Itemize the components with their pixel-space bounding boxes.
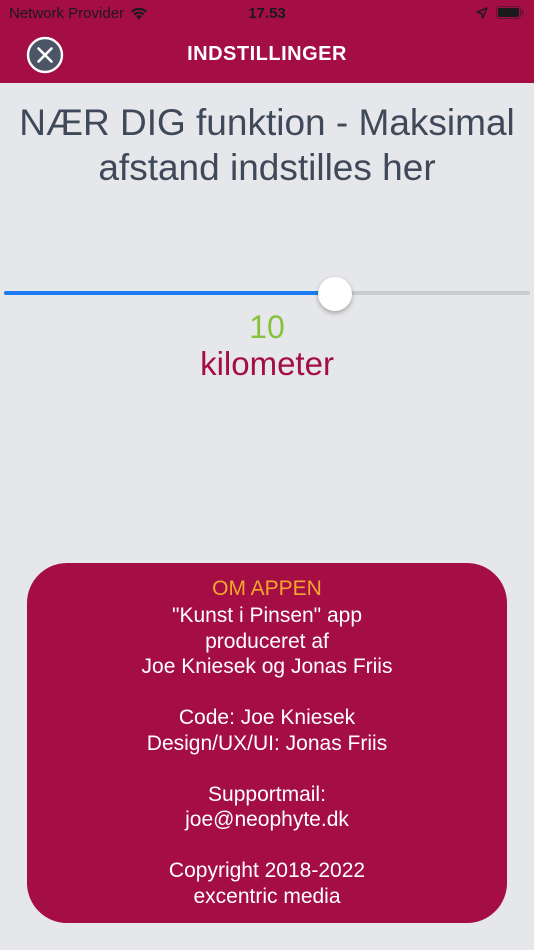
about-text: "Kunst i Pinsen" app produceret af Joe K… — [27, 603, 507, 909]
battery-icon — [496, 6, 524, 19]
about-line: Copyright 2018-2022 — [168, 859, 366, 882]
about-line: Joe Kniesek og Jonas Friis — [141, 655, 393, 678]
about-title: OM APPEN — [212, 577, 322, 600]
distance-unit: kilometer — [200, 345, 334, 382]
about-line: "Kunst i Pinsen" app — [171, 604, 363, 627]
status-time: 17.53 — [248, 5, 286, 22]
settings-heading: NÆR DIG funktion - Maksimal afstand inds… — [19, 102, 515, 188]
status-bar: Network Provider 17.53 — [0, 0, 534, 28]
about-line: Design/UX/UI: Jonas Friis — [146, 731, 388, 755]
about-line: produceret af — [205, 629, 329, 653]
distance-slider[interactable] — [4, 277, 530, 311]
nav-bar: INDSTILLINGER — [0, 28, 534, 83]
status-icons — [476, 6, 524, 19]
page-title: INDSTILLINGER — [187, 43, 347, 65]
slider-thumb[interactable] — [318, 277, 353, 311]
about-line — [27, 680, 507, 706]
about-line — [27, 833, 507, 859]
location-arrow-icon — [476, 6, 488, 19]
support-email-link[interactable]: joe@neophyte.dk — [27, 807, 507, 833]
slider-fill — [4, 291, 336, 295]
distance-value: 10 — [249, 309, 285, 345]
about-card: OM APPEN "Kunst i Pinsen" app produceret… — [27, 563, 507, 923]
about-line: Code: Joe Kniesek — [178, 706, 356, 729]
about-line — [27, 756, 507, 782]
about-line: Supportmail: — [208, 782, 326, 806]
about-line: excentric media — [193, 884, 341, 908]
